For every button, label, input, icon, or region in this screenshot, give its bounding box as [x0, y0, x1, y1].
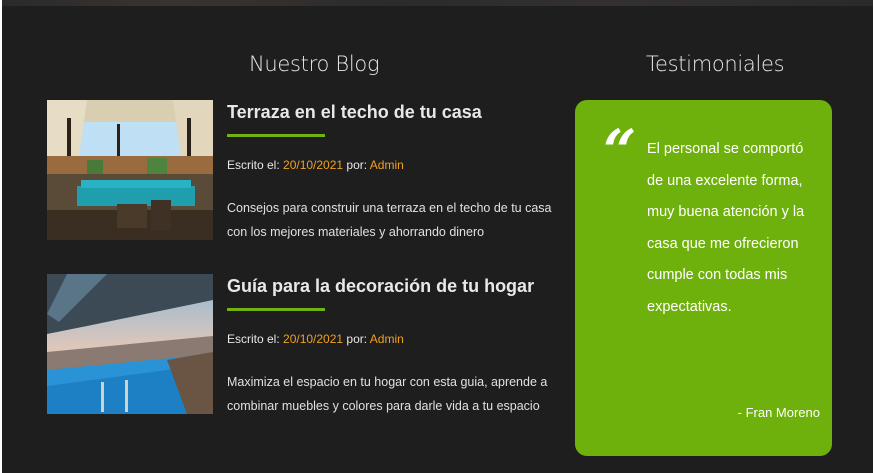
page-edge-left	[0, 0, 2, 473]
rooftop-terrace-image	[47, 100, 213, 240]
testimonial-card: “ El personal se comportó de una excelen…	[575, 100, 832, 456]
post-date-link[interactable]: 20/10/2021	[283, 158, 343, 172]
post-excerpt: Maximiza el espacio en tu hogar con esta…	[227, 375, 548, 413]
post-author-link[interactable]: Admin	[370, 332, 404, 346]
post-meta: Escrito el: 20/10/2021 por: Admin	[227, 332, 404, 346]
blog-section-title: Nuestro Blog	[249, 52, 380, 76]
post-meta-prefix: Escrito el:	[227, 158, 284, 172]
post-thumbnail-terrace[interactable]	[47, 100, 213, 240]
post-title-underline	[227, 308, 325, 311]
quote-icon: “	[603, 117, 637, 185]
infinity-pool-image	[47, 274, 213, 414]
post-by-label: por:	[343, 332, 370, 346]
testimonials-section-title: Testimoniales	[646, 52, 785, 76]
post-meta: Escrito el: 20/10/2021 por: Admin	[227, 158, 404, 172]
hero-image-bottom-strip	[0, 0, 874, 6]
blog-testimonials-section: Nuestro Blog Testimoniales Terraza en el…	[0, 0, 874, 473]
post-date-link[interactable]: 20/10/2021	[283, 332, 343, 346]
post-meta-prefix: Escrito el:	[227, 332, 284, 346]
post-excerpt: Consejos para construir una terraza en e…	[227, 201, 552, 239]
testimonial-author: - Fran Moreno	[737, 405, 820, 420]
post-title-underline	[227, 134, 325, 137]
testimonial-text: El personal se comportó de una excelente…	[647, 141, 805, 315]
post-author-link[interactable]: Admin	[370, 158, 404, 172]
post-title-link[interactable]: Terraza en el techo de tu casa	[227, 102, 482, 123]
post-thumbnail-pool[interactable]	[47, 274, 213, 414]
post-title-link[interactable]: Guía para la decoración de tu hogar	[227, 276, 534, 297]
post-by-label: por:	[343, 158, 370, 172]
